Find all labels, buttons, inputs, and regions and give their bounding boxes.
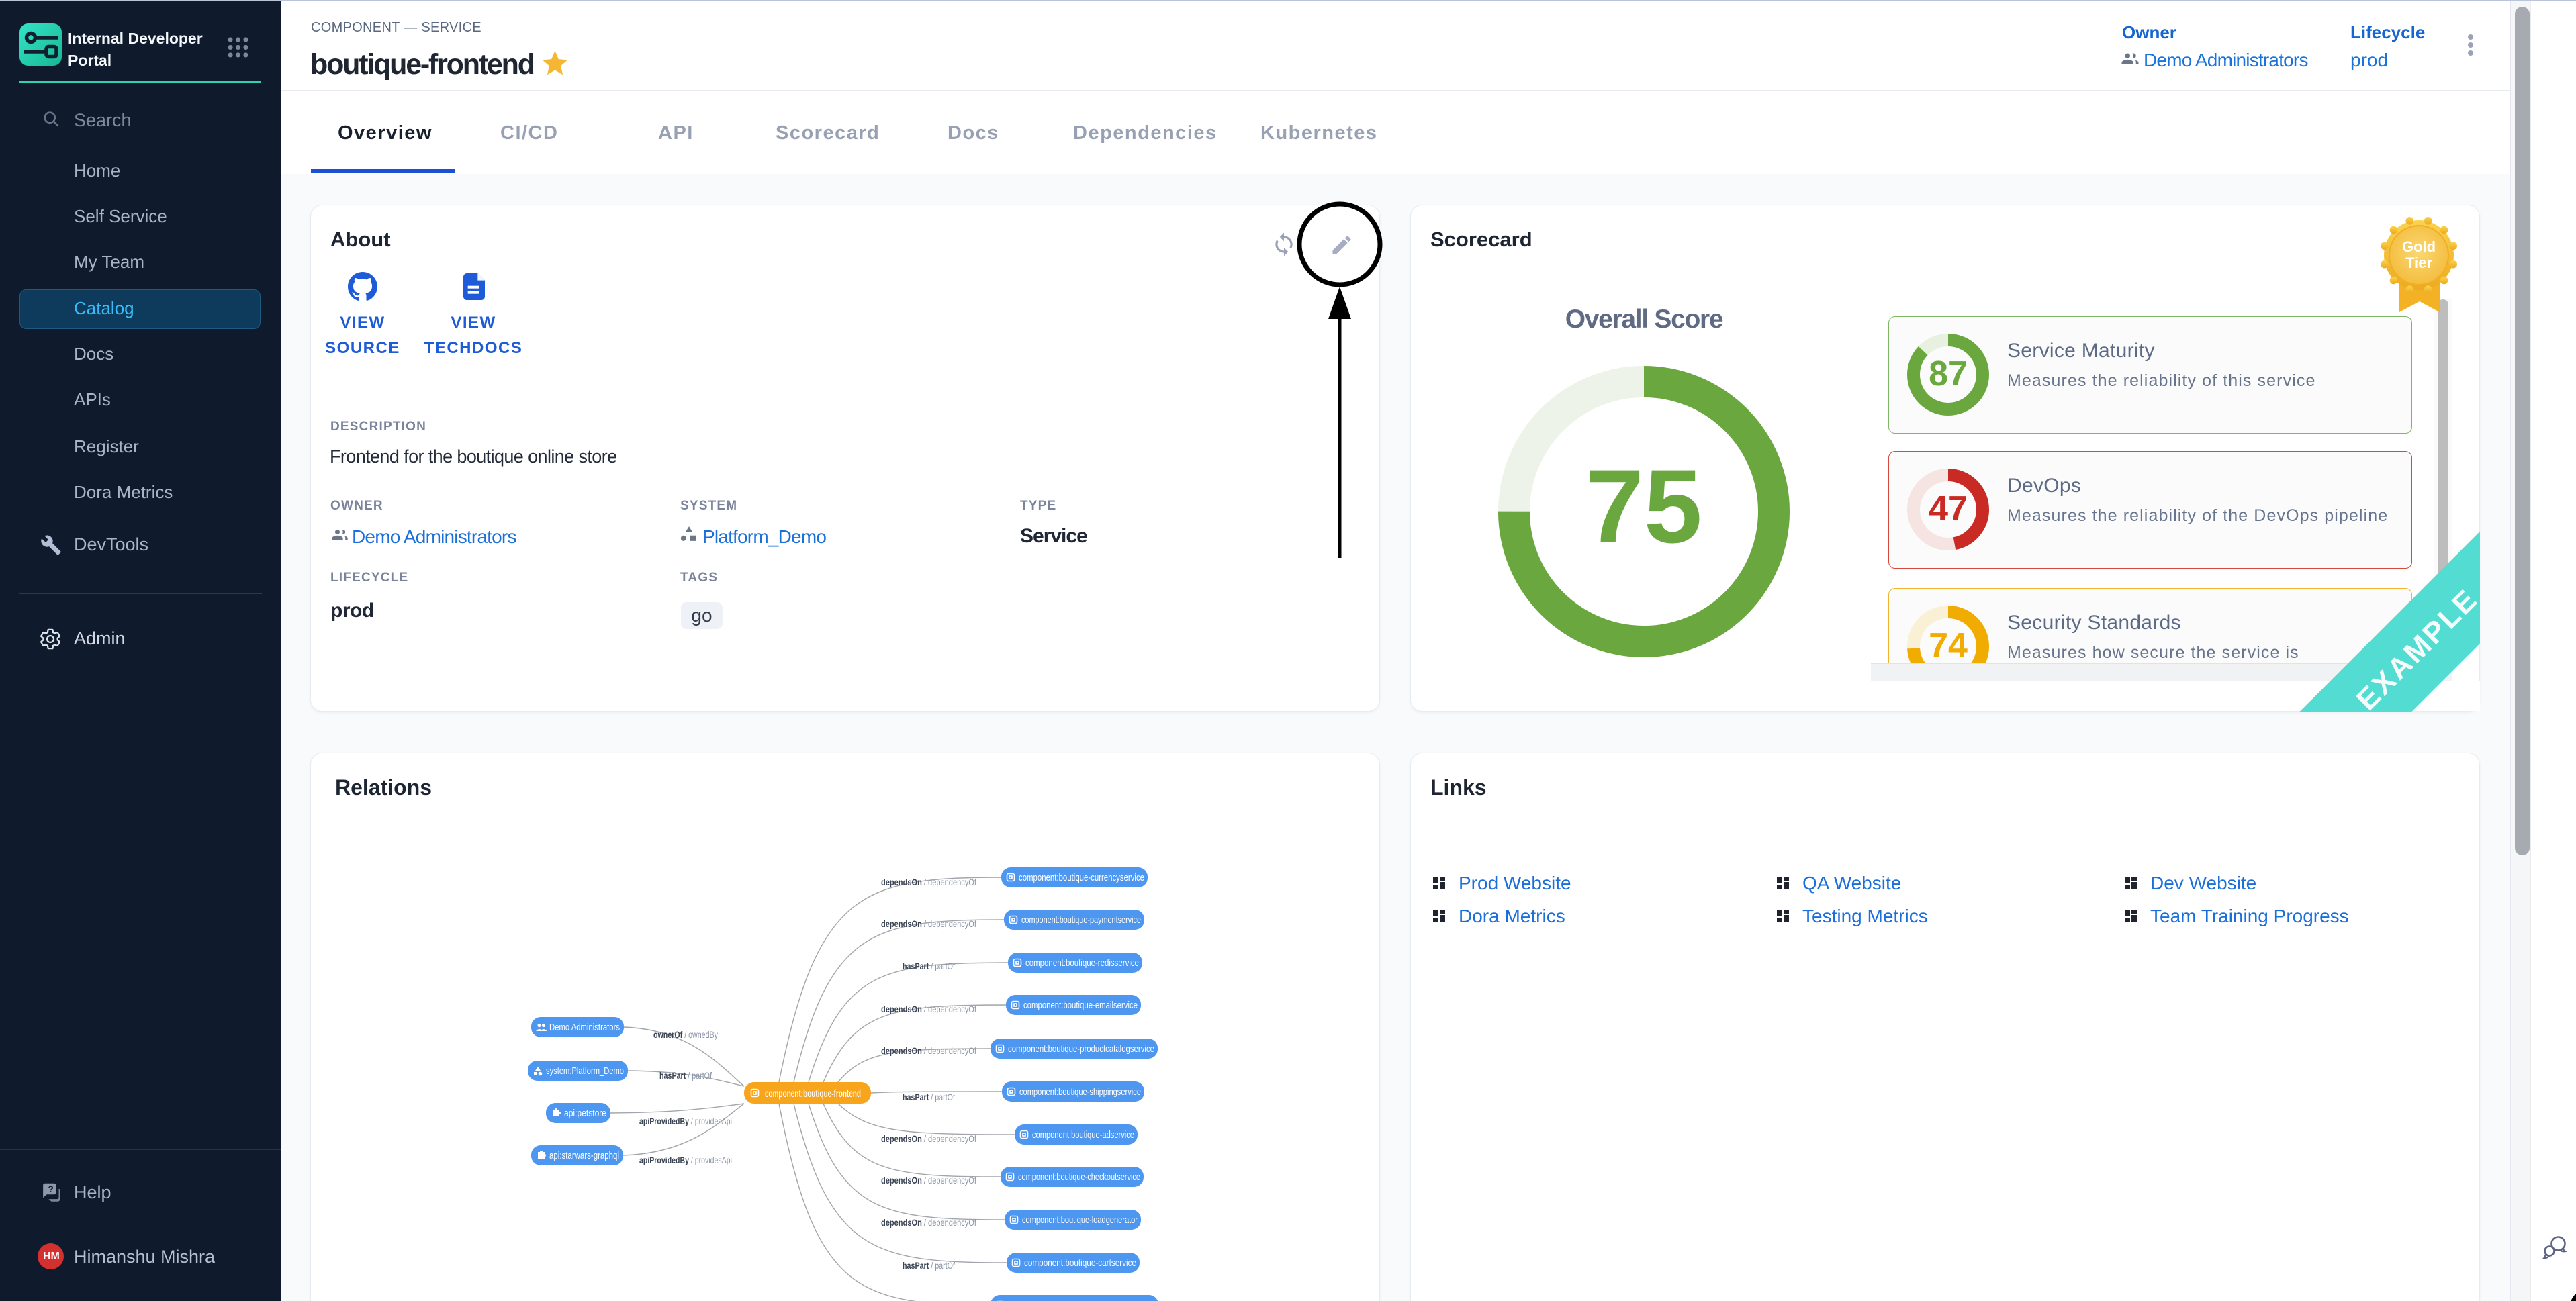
svg-text:hasPart / partOf: hasPart / partOf [903, 961, 955, 971]
svg-text:Tier: Tier [2405, 254, 2432, 271]
svg-text:ownerOf / ownedBy: ownerOf / ownedBy [653, 1029, 718, 1040]
svg-text:component:boutique-loadgenerat: component:boutique-loadgenerator [1022, 1214, 1138, 1226]
svg-text:system:Platform_Demo: system:Platform_Demo [546, 1065, 624, 1077]
svg-text:dependsOn / dependencyOf: dependsOn / dependencyOf [881, 1045, 976, 1056]
svg-text:component:boutique-adservice: component:boutique-adservice [1032, 1129, 1134, 1141]
svg-text:dependsOn / dependencyOf: dependsOn / dependencyOf [881, 877, 976, 887]
svg-text:apiProvidedBy / providesApi: apiProvidedBy / providesApi [639, 1155, 732, 1165]
svg-text:api:petstore: api:petstore [564, 1108, 606, 1119]
svg-text:component:boutique-productcata: component:boutique-productcatalogservice [1008, 1043, 1154, 1055]
svg-text:component:boutique-checkoutser: component:boutique-checkoutservice [1018, 1171, 1140, 1183]
svg-text:apiProvidedBy / providesApi: apiProvidedBy / providesApi [639, 1116, 732, 1126]
svg-text:component:boutique-cartservice: component:boutique-cartservice [1024, 1257, 1136, 1269]
svg-text:dependsOn / dependencyOf: dependsOn / dependencyOf [881, 1133, 976, 1144]
svg-text:Gold: Gold [2402, 238, 2436, 255]
svg-text:dependsOn / dependencyOf: dependsOn / dependencyOf [881, 918, 976, 929]
svg-text:hasPart / partOf: hasPart / partOf [903, 1260, 955, 1271]
svg-text:Demo Administrators: Demo Administrators [549, 1022, 620, 1033]
svg-text:component:boutique-currencyser: component:boutique-currencyservice [1019, 872, 1144, 883]
svg-text:hasPart / partOf: hasPart / partOf [659, 1070, 712, 1081]
svg-text:component:boutique-emailservic: component:boutique-emailservice [1023, 1000, 1138, 1011]
svg-text:component:boutique-frontend: component:boutique-frontend [765, 1088, 861, 1100]
svg-text:api:starwars-graphql: api:starwars-graphql [549, 1150, 619, 1161]
svg-text:component:boutique-redisservic: component:boutique-redisservice [1025, 957, 1139, 969]
svg-text:component:boutique-shippingser: component:boutique-shippingservice [1019, 1086, 1141, 1098]
svg-text:component:boutique-paymentserv: component:boutique-paymentservice [1021, 914, 1141, 926]
svg-text:hasPart / partOf: hasPart / partOf [903, 1092, 955, 1102]
svg-text:dependsOn / dependencyOf: dependsOn / dependencyOf [881, 1175, 976, 1186]
svg-text:?: ? [48, 1184, 54, 1194]
svg-text:dependsOn / dependencyOf: dependsOn / dependencyOf [881, 1217, 976, 1228]
svg-text:dependsOn / dependencyOf: dependsOn / dependencyOf [881, 1004, 976, 1014]
